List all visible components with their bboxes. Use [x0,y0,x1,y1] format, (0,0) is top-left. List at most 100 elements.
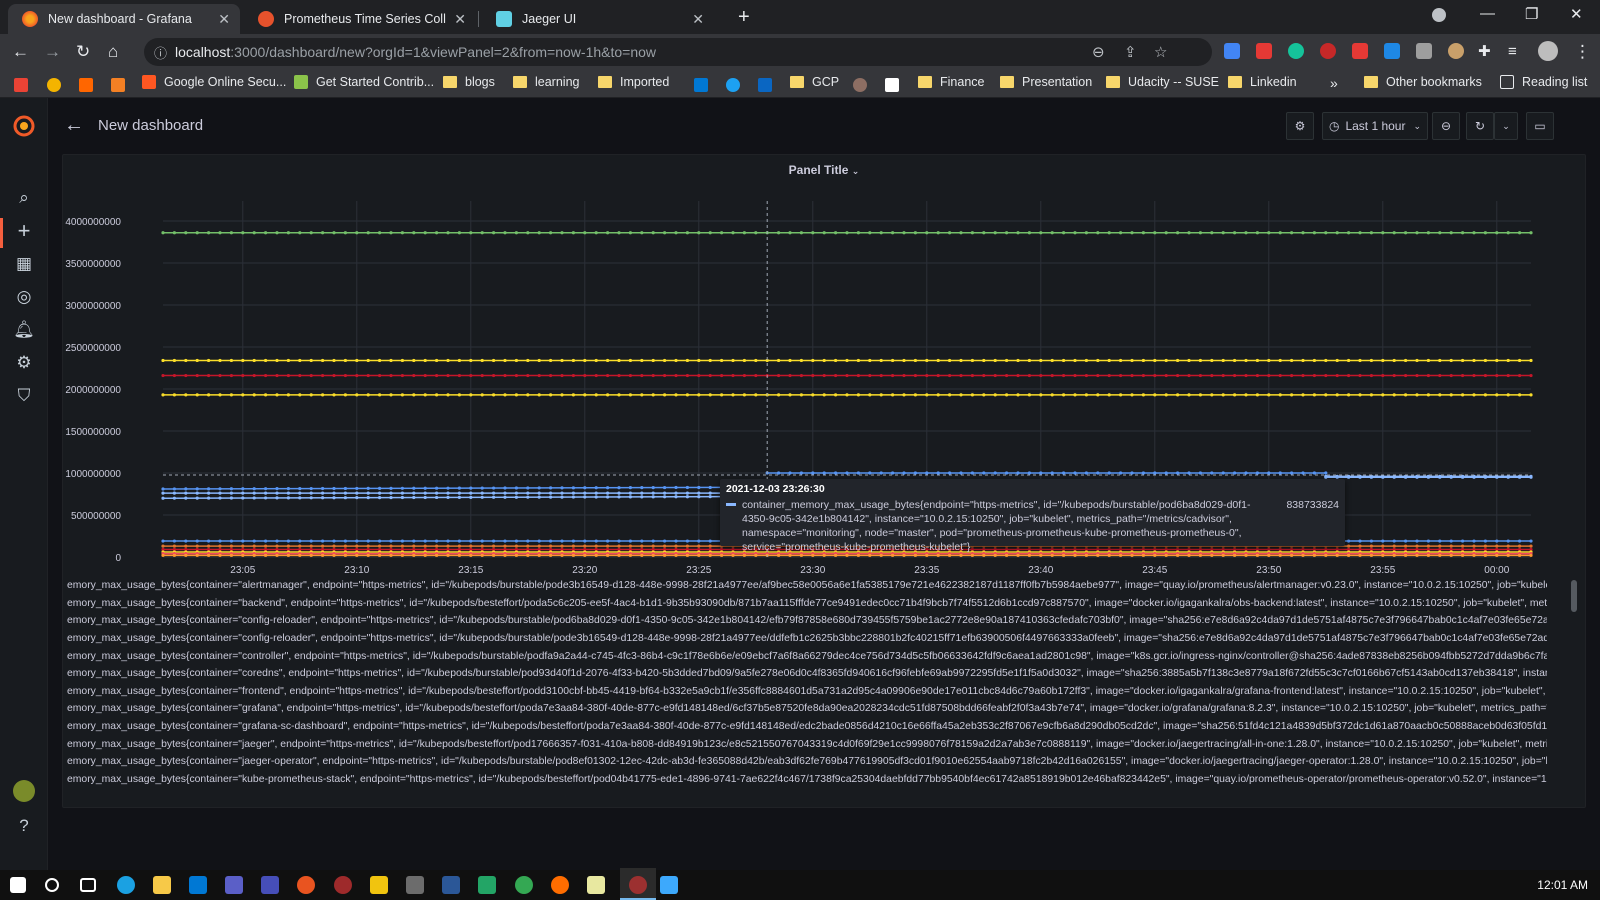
app-bookmark-icon[interactable] [885,78,899,92]
time-picker-button[interactable]: ◷ Last 1 hour ⌄ [1322,112,1428,140]
remote-desktop-icon[interactable] [406,876,424,894]
tab-grafana[interactable]: New dashboard - Grafana ✕ [8,4,240,34]
back-to-dashboard-icon[interactable]: ← [64,114,84,137]
user-avatar[interactable] [13,780,35,802]
gmail-bookmark-icon[interactable] [14,78,28,92]
bookmark-folder-finance[interactable]: Finance [918,75,984,89]
close-tab-icon[interactable]: ✕ [218,11,230,28]
bookmark-google-online-security[interactable]: Google Online Secu... [142,75,286,89]
store-icon[interactable] [189,876,207,894]
bookmark-folder-blogs[interactable]: blogs [443,75,495,89]
refresh-interval-button[interactable]: ⌄ [1494,112,1518,140]
bookmark-star-icon[interactable]: ☆ [1154,43,1167,61]
legend-item[interactable]: emory_max_usage_bytes{container="control… [67,647,1547,665]
vscode-icon[interactable] [478,876,496,894]
alerting-bell-icon[interactable]: 🔔︎ [12,318,36,342]
legend-item[interactable]: emory_max_usage_bytes{container="jaeger"… [67,735,1547,753]
extensions-puzzle-icon[interactable]: ✚ [1478,42,1491,62]
legend-item[interactable]: emory_max_usage_bytes{container="jaeger-… [67,753,1547,771]
legend-scrollbar[interactable] [1571,580,1577,612]
legend-item[interactable]: emory_max_usage_bytes{container="fronten… [67,683,1547,701]
translate-extension-icon[interactable] [1224,43,1240,59]
configuration-gear-icon[interactable]: ⚙ [12,351,36,375]
windows-start-icon[interactable] [10,877,26,893]
new-tab-button[interactable]: + [738,6,750,29]
tab-prometheus[interactable]: Prometheus Time Series Collecti ✕ [244,4,476,34]
explore-compass-icon[interactable]: ◎ [12,285,36,309]
site-info-icon[interactable]: ⓘ [154,43,167,62]
home-icon[interactable]: ⌂ [108,42,118,62]
restore-icon[interactable]: ❐ [1525,5,1538,23]
git-icon[interactable] [370,876,388,894]
legend-item[interactable]: emory_max_usage_bytes{container="grafana… [67,700,1547,718]
legend-item[interactable]: emory_max_usage_bytes{container="coredns… [67,665,1547,683]
teams-classic-icon[interactable] [261,876,279,894]
close-tab-icon[interactable]: ✕ [692,11,704,28]
twitter-bookmark-icon[interactable] [726,78,740,92]
more-bookmarks-chevron-icon[interactable]: » [1330,75,1338,91]
bookmark-folder-udacity[interactable]: Udacity -- SUSE [1106,75,1219,89]
close-tab-icon[interactable]: ✕ [454,11,466,28]
dashboard-settings-button[interactable]: ⚙ [1286,112,1314,140]
bookmark-folder-learning[interactable]: learning [513,75,579,89]
cycle-view-mode-button[interactable]: ▭ [1526,112,1554,140]
grammarly-extension-icon[interactable] [1288,43,1304,59]
share-icon[interactable]: ⇪ [1124,43,1137,61]
legend-item[interactable]: emory_max_usage_bytes{container="config-… [67,612,1547,630]
other-bookmarks-folder[interactable]: Other bookmarks [1364,75,1482,89]
server-admin-shield-icon[interactable]: ⛉ [12,384,36,408]
blue-extension-icon[interactable] [1384,43,1400,59]
tab-search-icon[interactable] [1432,8,1446,22]
legend-item[interactable]: emory_max_usage_bytes{container="config-… [67,630,1547,648]
legend-item[interactable]: emory_max_usage_bytes{container="grafana… [67,718,1547,736]
address-bar[interactable]: ⓘ localhost:3000/dashboard/new?orgId=1&v… [144,38,1212,66]
create-plus-icon[interactable]: + [12,219,36,243]
stackoverflow-bookmark-icon[interactable] [111,78,125,92]
ycombinator-bookmark-icon[interactable] [79,78,93,92]
help-icon[interactable]: ? [12,814,36,838]
task-view-icon[interactable] [80,878,96,892]
cookie-extension-icon[interactable] [1448,43,1464,59]
refresh-button[interactable]: ↻ [1466,112,1494,140]
youtube-extension-icon[interactable] [1352,43,1368,59]
legend-item[interactable]: emory_max_usage_bytes{container="backend… [67,595,1547,613]
reload-icon[interactable]: ↻ [76,42,90,62]
file-explorer-icon[interactable] [153,876,171,894]
linkedin-bookmark-icon[interactable] [758,78,772,92]
dashboards-grid-icon[interactable]: ▦ [12,252,36,276]
misc-bookmark-icon[interactable] [853,78,867,92]
minimize-icon[interactable]: — [1480,5,1495,22]
browser-menu-icon[interactable]: ⋮ [1574,42,1591,62]
powershell-icon[interactable] [442,876,460,894]
bookmark-folder-gcp[interactable]: GCP [790,75,839,89]
ublock-extension-icon[interactable] [1320,43,1336,59]
pdf-extension-icon[interactable] [1256,43,1272,59]
postman-icon[interactable] [551,876,569,894]
chrome-icon[interactable] [515,876,533,894]
grafana-logo-icon[interactable] [12,114,36,138]
bookmark-folder-linkedin[interactable]: Linkedin [1228,75,1297,89]
tab-jaeger[interactable]: Jaeger UI ✕ [482,4,714,34]
zoom-icon[interactable]: ⊖ [1092,43,1105,61]
legend-item[interactable]: emory_max_usage_bytes{container="kube-pr… [67,771,1547,787]
edge-icon[interactable] [117,876,135,894]
outlook-bookmark-icon[interactable] [694,78,708,92]
virtualbox-icon[interactable] [660,876,678,894]
close-window-icon[interactable]: ✕ [1570,5,1583,23]
bookmark-folder-imported[interactable]: Imported [598,75,669,89]
legend-item[interactable]: emory_max_usage_bytes{container="alertma… [67,577,1547,595]
bookmark-folder-presentation[interactable]: Presentation [1000,75,1092,89]
forward-icon[interactable]: → [44,42,61,62]
chrome-dev-icon[interactable] [334,876,352,894]
chrome-active-icon[interactable] [629,876,647,894]
ubuntu-icon[interactable] [297,876,315,894]
reading-list-button[interactable]: Reading list [1500,75,1587,89]
back-icon[interactable]: ← [12,42,29,62]
teams-icon[interactable] [225,876,243,894]
face-bookmark-icon[interactable] [47,78,61,92]
notepad-icon[interactable] [587,876,605,894]
mail-extension-icon[interactable] [1416,43,1432,59]
media-control-icon[interactable]: ≡ [1508,42,1517,62]
zoom-out-button[interactable]: ⊖ [1432,112,1460,140]
profile-avatar[interactable] [1538,41,1558,61]
